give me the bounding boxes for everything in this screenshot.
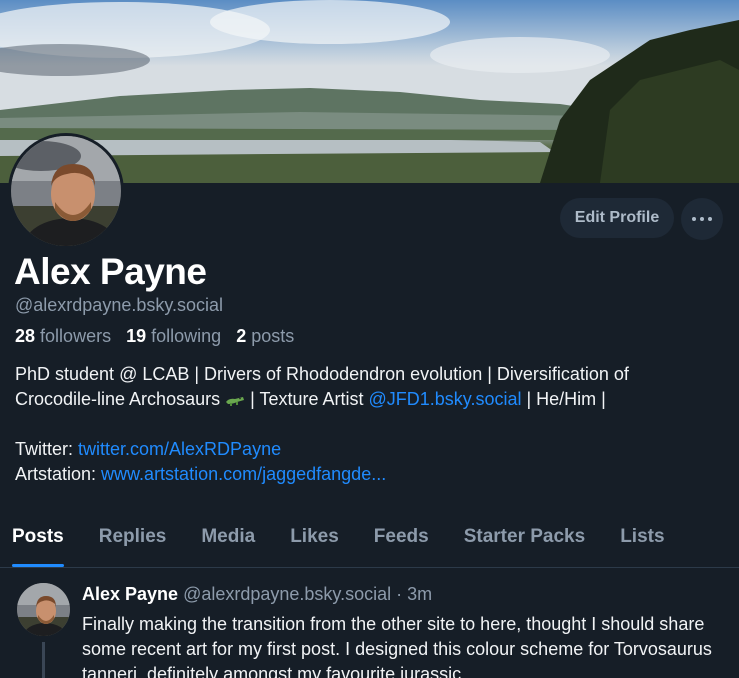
- thread-line: [42, 642, 45, 678]
- profile-display-name: Alex Payne: [14, 251, 207, 292]
- twitter-link[interactable]: twitter.com/AlexRDPayne: [78, 439, 281, 459]
- bio-mention-link[interactable]: @JFD1.bsky.social: [369, 389, 522, 409]
- followers-link[interactable]: 28 followers: [15, 326, 111, 346]
- tab-media[interactable]: Media: [201, 518, 255, 567]
- more-options-button[interactable]: [681, 198, 723, 240]
- post-header: Alex Payne @alexrdpayne.bsky.social · 3m: [82, 584, 432, 605]
- profile-stats: 28 followers 19 following 2 posts: [15, 326, 294, 347]
- tab-starter-packs[interactable]: Starter Packs: [464, 518, 585, 567]
- posts-label: posts: [251, 326, 295, 346]
- tab-lists[interactable]: Lists: [620, 518, 664, 567]
- posts-count: 2: [236, 326, 247, 346]
- post-text[interactable]: Finally making the transition from the o…: [82, 612, 727, 678]
- post-author-handle[interactable]: @alexrdpayne.bsky.social: [183, 584, 391, 604]
- bio-line-2: Crocodile-line Archosaurs | Texture Arti…: [15, 389, 606, 409]
- post-author-avatar[interactable]: [17, 583, 70, 636]
- bio-artstation-line: Artstation: www.artstation.com/jaggedfan…: [15, 464, 387, 484]
- tab-posts[interactable]: Posts: [12, 518, 64, 567]
- post-avatar-photo: [17, 583, 70, 636]
- post-author-name[interactable]: Alex Payne: [82, 584, 178, 604]
- bio-line-1: PhD student @ LCAB | Drivers of Rhododen…: [15, 364, 629, 384]
- post-timestamp[interactable]: · 3m: [391, 584, 432, 604]
- profile-bio: PhD student @ LCAB | Drivers of Rhododen…: [15, 362, 725, 487]
- artstation-link[interactable]: www.artstation.com/jaggedfangde...: [101, 464, 386, 484]
- tab-likes[interactable]: Likes: [290, 518, 339, 567]
- following-label: following: [151, 326, 222, 346]
- tab-replies[interactable]: Replies: [99, 518, 167, 567]
- tab-feeds[interactable]: Feeds: [374, 518, 429, 567]
- bio-twitter-line: Twitter: twitter.com/AlexRDPayne: [15, 439, 282, 459]
- following-link[interactable]: 19 following: [126, 326, 221, 346]
- avatar-photo: [11, 136, 121, 246]
- profile-tabs: Posts Replies Media Likes Feeds Starter …: [0, 518, 739, 568]
- following-count: 19: [126, 326, 147, 346]
- followers-label: followers: [40, 326, 112, 346]
- followers-count: 28: [15, 326, 36, 346]
- edit-profile-button[interactable]: Edit Profile: [560, 198, 674, 238]
- ellipsis-horizontal-icon: [692, 217, 696, 221]
- posts-stat: 2 posts: [236, 326, 294, 346]
- profile-handle: @alexrdpayne.bsky.social: [15, 295, 224, 315]
- crocodile-emoji-icon: [226, 397, 245, 407]
- profile-avatar[interactable]: [8, 133, 124, 249]
